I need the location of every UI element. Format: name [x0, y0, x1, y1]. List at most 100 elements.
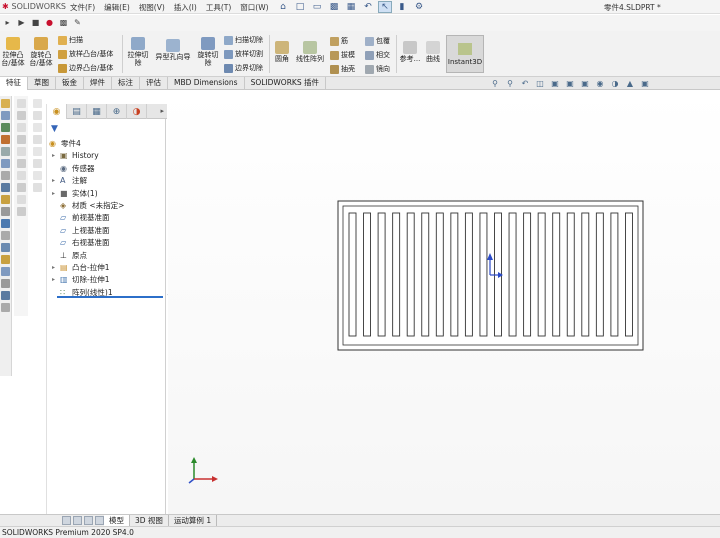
expand-arrow-icon[interactable]: ▸: [52, 274, 55, 286]
strip-tool-icon[interactable]: [16, 123, 26, 132]
strip-tool-icon[interactable]: [1, 111, 10, 120]
previous-view-icon[interactable]: ↶: [520, 78, 530, 88]
wrap-button[interactable]: 包覆: [365, 36, 390, 46]
tab-evaluate[interactable]: 评估: [140, 77, 168, 90]
mirror-button[interactable]: 镜向: [365, 64, 390, 74]
strip-tool-icon[interactable]: [16, 183, 26, 192]
fillet-button[interactable]: 圆角: [272, 41, 292, 63]
stop-icon[interactable]: ■: [30, 17, 41, 28]
slot[interactable]: [508, 212, 517, 337]
strip-tool-icon[interactable]: [1, 99, 10, 108]
strip-tool-icon[interactable]: [16, 195, 26, 204]
panel-expand-icon[interactable]: ▸: [160, 107, 164, 115]
sweep-button[interactable]: 扫描: [58, 35, 83, 45]
slot[interactable]: [625, 212, 633, 337]
undo-icon[interactable]: ↶: [361, 1, 375, 13]
expand-arrow-icon[interactable]: ▸: [52, 262, 55, 274]
dynamic-annotation-icon[interactable]: ▣: [550, 78, 560, 88]
intersect-button[interactable]: 相交: [365, 50, 390, 60]
tree-item[interactable]: ◉ 传感器: [47, 163, 167, 175]
macro-icon[interactable]: ▩: [58, 17, 69, 28]
strip-tool-icon[interactable]: [33, 159, 42, 168]
expand-arrow-icon[interactable]: ▸: [52, 188, 55, 200]
swept-cut-button[interactable]: 扫描切除: [224, 35, 263, 45]
print-icon[interactable]: ▦: [344, 1, 358, 13]
strip-tool-icon[interactable]: [1, 195, 10, 204]
slot[interactable]: [421, 212, 430, 337]
part-model[interactable]: [337, 200, 645, 354]
slot[interactable]: [581, 212, 590, 337]
linear-pattern-button[interactable]: 线性阵列: [294, 41, 326, 63]
strip-tool-icon[interactable]: [1, 267, 10, 276]
extrude-cut-button[interactable]: 拉伸切 除: [126, 37, 150, 67]
strip-tool-icon[interactable]: [1, 183, 10, 192]
property-manager-tab-icon[interactable]: ▤: [67, 104, 87, 119]
revolve-cut-button[interactable]: 旋转切 除: [196, 37, 220, 67]
lofted-cut-button[interactable]: 放样切割: [224, 49, 263, 59]
strip-tool-icon[interactable]: [33, 147, 42, 156]
slot[interactable]: [450, 212, 459, 337]
apply-scene-icon[interactable]: ▲: [625, 78, 635, 88]
strip-tool-icon[interactable]: [1, 171, 10, 180]
menu-insert[interactable]: 插入(I): [174, 2, 197, 13]
open-folder-icon[interactable]: ▭: [310, 1, 324, 13]
display-manager-tab-icon[interactable]: ◑: [127, 104, 147, 119]
slot[interactable]: [595, 212, 604, 337]
section-view-icon[interactable]: ◫: [535, 78, 545, 88]
strip-tool-icon[interactable]: [1, 303, 10, 312]
strip-tool-icon[interactable]: [33, 135, 42, 144]
reference-geometry-button[interactable]: 参考...: [399, 41, 421, 63]
revolve-boss-button[interactable]: 旋转凸 台/基体: [27, 37, 55, 67]
play-icon[interactable]: ▶: [16, 17, 27, 28]
slot[interactable]: [435, 212, 444, 337]
expand-arrow-icon[interactable]: ▸: [52, 175, 55, 187]
menu-window[interactable]: 窗口(W): [240, 2, 268, 13]
shell-button[interactable]: 抽壳: [330, 64, 355, 74]
slot[interactable]: [363, 212, 371, 337]
expand-arrow-icon[interactable]: ▸: [52, 150, 55, 162]
tree-item[interactable]: ⊥ 原点: [47, 250, 167, 262]
strip-tool-icon[interactable]: [33, 123, 42, 132]
pin-icon[interactable]: ▸: [2, 17, 13, 28]
next-tab-icon[interactable]: [84, 516, 93, 525]
instant3d-button[interactable]: Instant3D: [446, 35, 484, 73]
tab-features[interactable]: 特征: [0, 77, 28, 90]
menu-view[interactable]: 视图(V): [139, 2, 165, 13]
strip-tool-icon[interactable]: [33, 171, 42, 180]
curves-button[interactable]: 曲线: [423, 41, 443, 63]
part-drawing[interactable]: [337, 200, 645, 352]
tree-item[interactable]: ▱ 上视基准面: [47, 225, 167, 237]
tab-motion-study[interactable]: 运动算例 1: [169, 515, 218, 526]
options-icon[interactable]: ⚙: [412, 1, 426, 13]
boundary-cut-button[interactable]: 边界切除: [224, 63, 263, 73]
strip-tool-icon[interactable]: [16, 207, 26, 216]
slot[interactable]: [479, 212, 488, 337]
slot[interactable]: [523, 212, 532, 337]
strip-tool-icon[interactable]: [33, 183, 42, 192]
tree-item[interactable]: ▸ A 注解: [47, 175, 167, 187]
tab-weldments[interactable]: 焊件: [84, 77, 112, 90]
hide-show-items-icon[interactable]: ◉: [595, 78, 605, 88]
strip-tool-icon[interactable]: [1, 279, 10, 288]
strip-tool-icon[interactable]: [1, 207, 10, 216]
menu-tools[interactable]: 工具(T): [206, 2, 231, 13]
record-icon[interactable]: ●: [44, 17, 55, 28]
tab-3d-views[interactable]: 3D 视图: [130, 515, 169, 526]
tree-item[interactable]: ▸ ▣ History: [47, 150, 167, 162]
new-document-icon[interactable]: □: [293, 1, 307, 13]
extrude-boss-button[interactable]: 拉伸凸 台/基体: [0, 37, 26, 67]
slot[interactable]: [537, 212, 546, 337]
save-icon[interactable]: ▩: [327, 1, 341, 13]
boundary-boss-button[interactable]: 边界凸台/基体: [58, 63, 113, 73]
filter-icon[interactable]: ▼: [51, 124, 58, 134]
solidworks-logo[interactable]: ✱ SOLIDWORKS: [2, 2, 66, 11]
tree-item[interactable]: ▸ ▥ 切除-拉伸1: [47, 274, 167, 286]
first-tab-icon[interactable]: [62, 516, 71, 525]
slot[interactable]: [610, 212, 619, 337]
tab-sheet-metal[interactable]: 钣金: [56, 77, 84, 90]
strip-tool-icon[interactable]: [1, 147, 10, 156]
strip-tool-icon[interactable]: [1, 243, 10, 252]
slot[interactable]: [392, 212, 401, 337]
strip-tool-icon[interactable]: [1, 255, 10, 264]
tree-item[interactable]: ▱ 前视基准面: [47, 212, 167, 224]
